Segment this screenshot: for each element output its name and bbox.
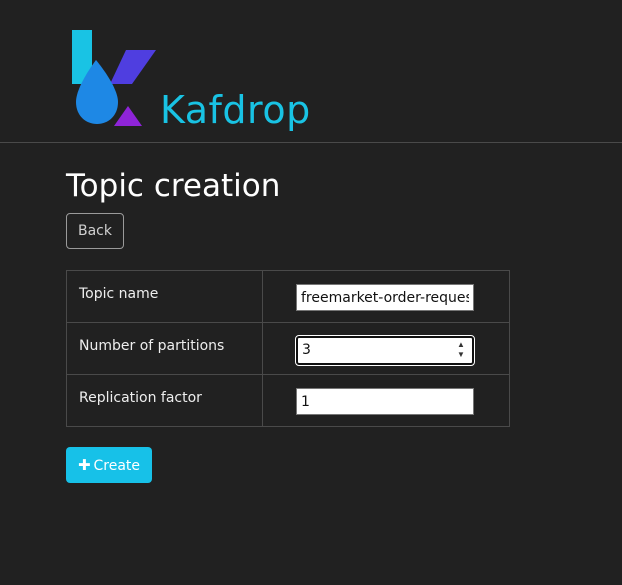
brand-name[interactable]: Kafdrop	[160, 86, 311, 134]
form-row-topic-name: Topic name	[66, 270, 510, 323]
spinner-up-icon[interactable]: ▲	[454, 340, 468, 350]
topic-name-input[interactable]	[296, 284, 474, 311]
spinner-down-icon[interactable]: ▼	[454, 350, 468, 360]
form-row-replication: Replication factor	[66, 374, 510, 427]
form-row-partitions: Number of partitions 3 ▲ ▼	[66, 322, 510, 375]
replication-factor-input[interactable]	[296, 388, 474, 415]
partitions-value: 3	[302, 342, 311, 358]
partitions-label: Number of partitions	[66, 322, 263, 375]
partitions-input[interactable]: 3 ▲ ▼	[295, 335, 475, 366]
page-title: Topic creation	[66, 168, 281, 204]
create-button[interactable]: ✚ Create	[66, 447, 152, 483]
back-button[interactable]: Back	[66, 213, 124, 249]
replication-cell	[262, 374, 510, 427]
header: Kafdrop	[0, 0, 622, 143]
plus-icon: ✚	[77, 456, 91, 474]
partitions-spinner[interactable]: ▲ ▼	[454, 340, 468, 361]
topic-name-cell	[262, 270, 510, 323]
create-button-label: Create	[93, 458, 141, 474]
topic-form-table: Topic name Number of partitions 3 ▲ ▼ Re…	[66, 270, 510, 427]
topic-name-label: Topic name	[66, 270, 263, 323]
replication-label: Replication factor	[66, 374, 263, 427]
partitions-cell: 3 ▲ ▼	[262, 322, 510, 375]
kafdrop-logo-icon	[72, 30, 156, 126]
